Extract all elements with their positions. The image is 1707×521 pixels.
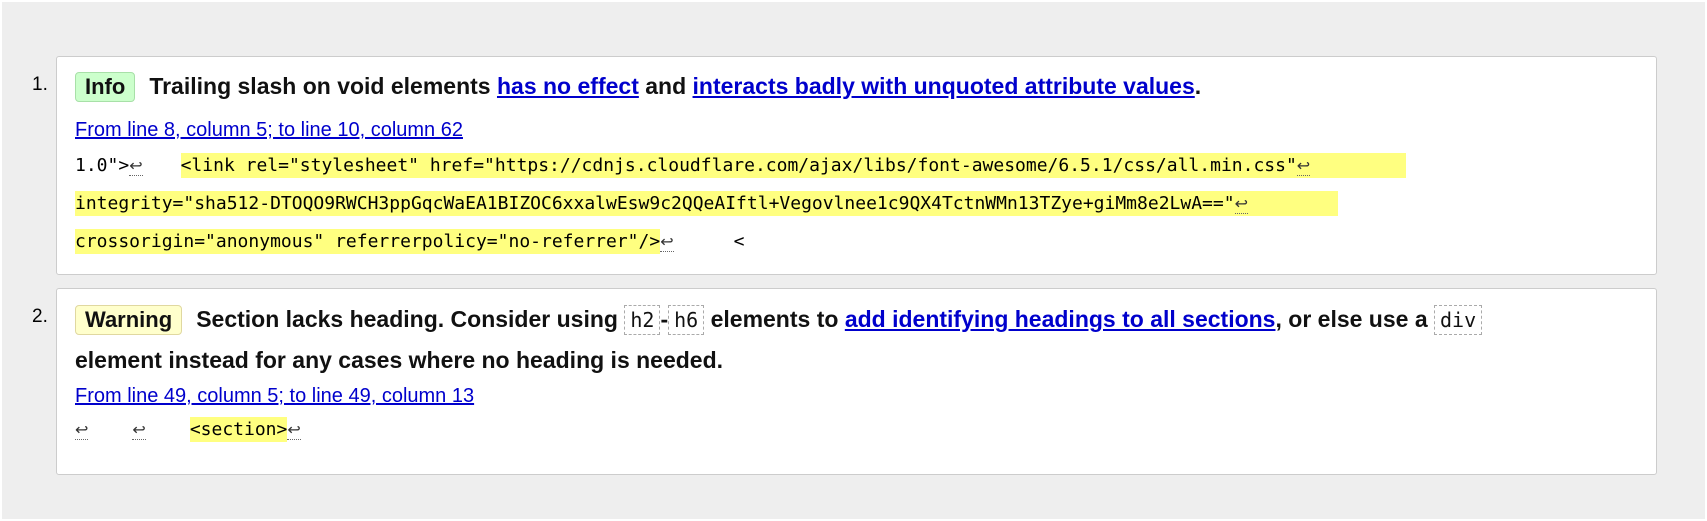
code-extract: ↩ ↩ <section>↩: [75, 417, 1646, 442]
extract-context: <: [733, 231, 745, 252]
code-h2: h2: [624, 305, 661, 335]
has-no-effect-link[interactable]: has no effect: [497, 73, 639, 99]
message-text-part: -: [660, 306, 669, 332]
unquoted-attribute-values-link[interactable]: interacts badly with unquoted attribute …: [693, 73, 1195, 99]
message-text-part: elements to: [704, 306, 845, 332]
message-number: 2.: [32, 306, 48, 327]
return-icon: ↩: [129, 156, 143, 176]
message-warning: Warning Section lacks heading. Consider u…: [56, 288, 1657, 475]
return-icon: ↩: [287, 420, 301, 440]
code-extract-line-3: crossorigin="anonymous" referrerpolicy="…: [75, 229, 1646, 254]
highlighted-code-text: integrity="sha512-DTOQO9RWCH3ppGqcWaEA1B…: [75, 193, 1235, 214]
message-text-part: .: [1194, 73, 1202, 99]
highlighted-code: integrity="sha512-DTOQO9RWCH3ppGqcWaEA1B…: [75, 191, 1338, 216]
add-headings-link[interactable]: add identifying headings to all sections: [845, 306, 1276, 332]
source-location-link[interactable]: From line 8, column 5; to line 10, colum…: [75, 119, 463, 141]
return-icon: ↩: [1234, 194, 1248, 214]
return-icon: ↩: [132, 420, 146, 440]
return-icon: ↩: [1296, 156, 1311, 176]
extract-context: 1.0">: [75, 155, 130, 176]
info-badge: Info: [75, 72, 136, 102]
code-div: div: [1434, 305, 1483, 335]
code-extract-line-2: integrity="sha512-DTOQO9RWCH3ppGqcWaEA1B…: [75, 191, 1646, 216]
message-text-part: Trailing slash on void elements: [149, 73, 497, 99]
return-icon: ↩: [75, 420, 89, 440]
code-extract-line-1: 1.0">↩ <link rel="stylesheet" href="https…: [75, 153, 1646, 178]
message-info: Info Trailing slash on void elements has …: [56, 56, 1657, 275]
highlighted-code: <link rel="stylesheet" href="https://cdn…: [180, 153, 1407, 178]
code-h6: h6: [668, 305, 705, 335]
message-text-line-2: element instead for any cases where no h…: [75, 347, 724, 373]
message-text-part: and: [638, 73, 693, 99]
message-text: Warning Section lacks heading. Consider u…: [75, 304, 1646, 335]
highlighted-code: <section>: [189, 417, 288, 442]
return-icon: ↩: [660, 232, 674, 252]
validator-results-panel: 1. Info Trailing slash on void elements h…: [2, 2, 1705, 519]
highlighted-code-text: <link rel="stylesheet" href="https://cdn…: [180, 155, 1297, 176]
message-text: Info Trailing slash on void elements has …: [75, 71, 1646, 102]
warning-badge: Warning: [75, 305, 183, 335]
message-number: 1.: [32, 74, 48, 95]
message-text-part: Section lacks heading. Consider using: [196, 306, 625, 332]
message-text-part: , or else use a: [1275, 306, 1435, 332]
source-location-link[interactable]: From line 49, column 5; to line 49, colu…: [75, 385, 474, 407]
highlighted-code: crossorigin="anonymous" referrerpolicy="…: [75, 229, 661, 254]
